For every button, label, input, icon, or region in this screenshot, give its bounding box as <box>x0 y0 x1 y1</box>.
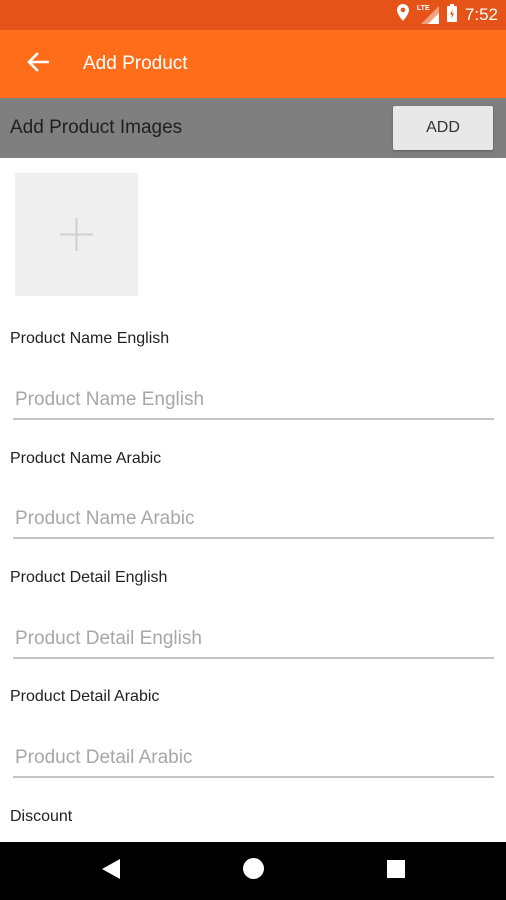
product-name-arabic-label: Product Name Arabic <box>10 450 162 467</box>
page-title: Add Product <box>83 53 188 74</box>
arrow-back-icon <box>27 51 50 77</box>
product-name-english-input[interactable] <box>13 382 494 420</box>
product-detail-english-label: Product Detail English <box>10 569 168 586</box>
recents-square-icon <box>387 859 405 883</box>
nav-home-button[interactable] <box>223 842 283 900</box>
back-button[interactable] <box>18 44 58 84</box>
discount-label: Discount <box>10 808 73 825</box>
signal-icon: LTE <box>416 5 439 24</box>
product-name-arabic-input[interactable] <box>13 501 494 539</box>
nav-recents-button[interactable] <box>366 842 426 900</box>
app-bar: Add Product <box>0 30 506 98</box>
product-detail-english-input[interactable] <box>13 621 494 659</box>
product-images-label: Add Product Images <box>10 117 183 138</box>
add-images-button[interactable]: ADD <box>393 106 493 150</box>
back-triangle-icon <box>102 858 120 884</box>
battery-icon <box>446 3 457 27</box>
location-icon <box>396 4 409 26</box>
product-images-header: Add Product Images ADD <box>0 98 506 158</box>
status-bar: LTE 7:52 <box>0 0 506 30</box>
home-circle-icon <box>242 858 264 884</box>
product-detail-arabic-label: Product Detail Arabic <box>10 688 160 705</box>
product-name-english-label: Product Name English <box>10 330 170 347</box>
system-nav-bar <box>0 842 506 900</box>
network-type-label: LTE <box>416 5 430 12</box>
status-time: 7:52 <box>464 5 498 24</box>
nav-back-button[interactable] <box>81 842 141 900</box>
add-image-slot[interactable] <box>15 173 138 296</box>
status-icons: LTE 7:52 <box>396 0 498 30</box>
product-detail-arabic-input[interactable] <box>13 740 494 778</box>
